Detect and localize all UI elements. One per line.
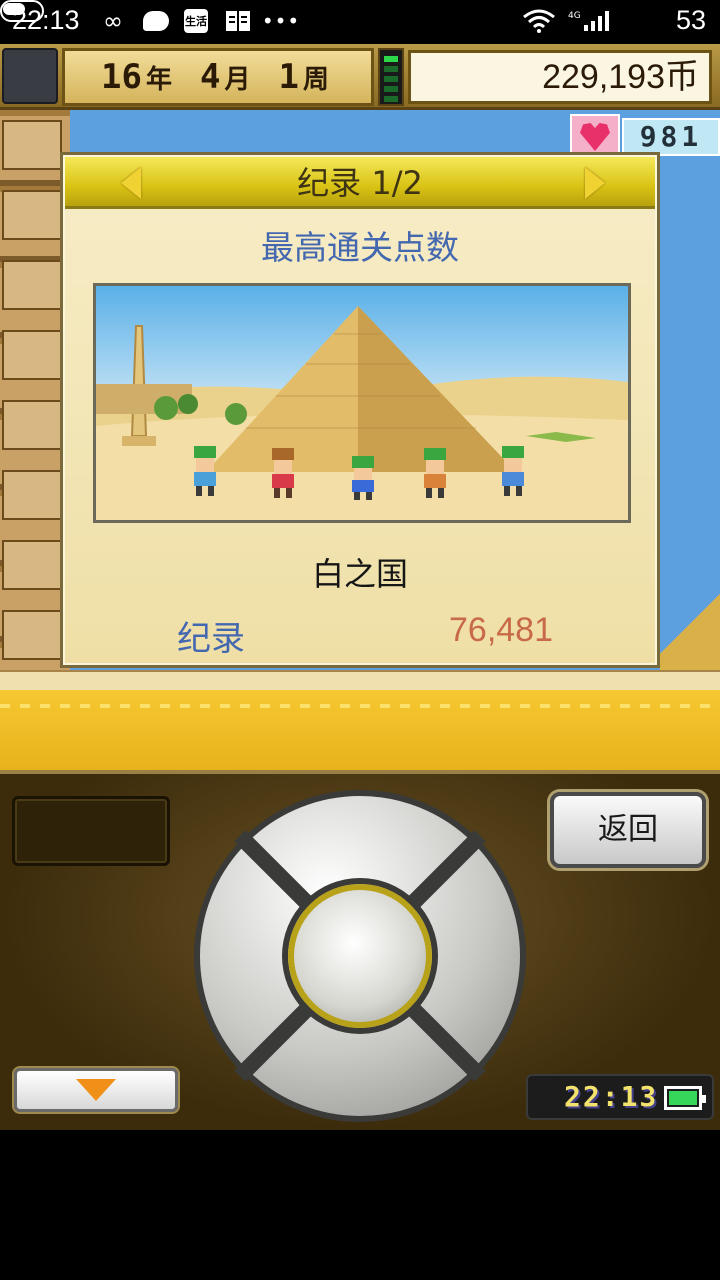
country-scene-image	[93, 283, 631, 523]
game-top-bar: 16 年 4 月 1 周 229,193币	[0, 44, 720, 110]
month-value: 4	[199, 57, 221, 97]
life-app-icon: 生活	[184, 9, 208, 33]
record-value: 76,481	[449, 611, 553, 649]
money-display: 229,193币	[408, 50, 712, 104]
desert-sand	[0, 690, 720, 770]
calendar-panel: 16 年 4 月 1 周	[62, 48, 374, 106]
bottom-black-area	[0, 1130, 720, 1280]
record-category-title: 最高通关点数	[261, 228, 459, 267]
avatar[interactable]	[2, 48, 58, 104]
reader-icon	[225, 9, 251, 33]
ground-floor	[0, 670, 720, 690]
controller-panel: 返回 22:13	[0, 770, 720, 1130]
chat-bubble-icon	[142, 9, 170, 33]
battery-level: 53	[676, 5, 707, 35]
pyramid-background	[660, 574, 720, 674]
more-dots-icon: •••	[261, 9, 301, 33]
infinity-icon: ∞	[103, 7, 123, 35]
back-button[interactable]: 返回	[550, 792, 706, 868]
week-value: 1	[278, 57, 299, 97]
record-dialog: 纪录 1/2 最高通关点数 白之国 纪录 76,481	[60, 152, 660, 668]
hearts-count: 981	[622, 118, 720, 156]
progress-meter	[378, 48, 404, 106]
dialog-header: 纪录 1/2	[65, 157, 655, 209]
clock-time: 22:13	[564, 1080, 659, 1113]
wifi-icon	[522, 9, 556, 33]
collapse-button[interactable]	[14, 1068, 178, 1112]
dpad[interactable]	[194, 790, 526, 1122]
chevron-down-icon	[76, 1079, 116, 1101]
week-unit: 周	[302, 64, 329, 95]
svg-text:4G: 4G	[568, 11, 581, 21]
dialog-title: 纪录 1/2	[297, 164, 423, 202]
next-page-arrow-icon[interactable]	[585, 167, 605, 199]
signal-4g-icon: 4G	[566, 9, 614, 33]
game-screen: 16 年 4 月 1 周 229,193币 981 纪录 1/2 最高通关点数 …	[0, 44, 720, 1130]
month-unit: 月	[224, 64, 251, 95]
menu-slot[interactable]	[12, 796, 170, 866]
battery-icon	[664, 1086, 706, 1110]
game-clock: 22:13	[526, 1074, 714, 1120]
status-bar: 22:13 ∞ 生活 ••• 4G 53	[0, 0, 720, 44]
record-label: 纪录	[177, 619, 245, 659]
country-name: 白之国	[311, 555, 408, 593]
dpad-center-button[interactable]	[288, 884, 432, 1028]
year-value: 16	[101, 57, 142, 97]
year-unit: 年	[145, 64, 172, 95]
